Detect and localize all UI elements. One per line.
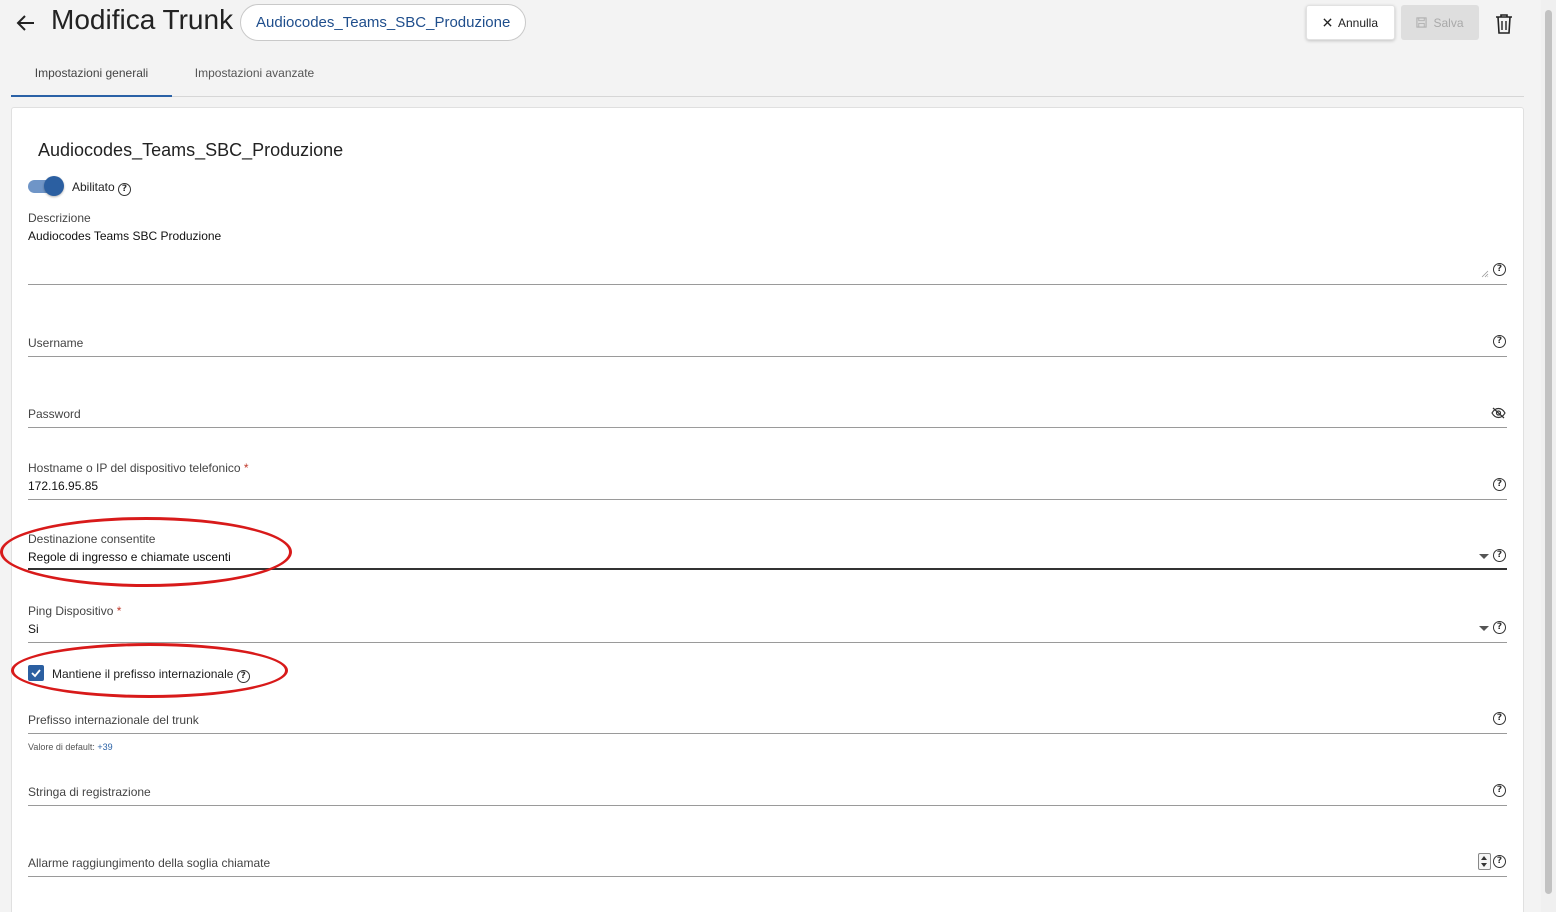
close-icon: [1323, 18, 1332, 27]
toggle-knob: [44, 176, 64, 196]
call-alarm-field[interactable]: Allarme raggiungimento della soglia chia…: [28, 856, 270, 870]
chevron-down-icon[interactable]: [1479, 626, 1489, 631]
required-mark: *: [116, 604, 122, 618]
save-button-label: Salva: [1433, 15, 1464, 30]
call-alarm-underline: [28, 876, 1507, 877]
enabled-label: Abilitato: [72, 180, 115, 194]
default-value-hint-label: Valore di default:: [28, 742, 95, 752]
tab-advanced-settings[interactable]: Impostazioni avanzate: [181, 48, 328, 96]
description-underline: [28, 284, 1507, 285]
password-underline: [28, 427, 1507, 428]
help-icon[interactable]: ?: [118, 183, 132, 196]
help-icon[interactable]: ?: [1493, 712, 1506, 725]
ping-underline: [28, 642, 1507, 643]
destination-underline: [28, 568, 1507, 570]
username-underline: [28, 356, 1507, 357]
hostname-label: Hostname o IP del dispositivo telefonico…: [28, 461, 249, 475]
hostname-label-text: Hostname o IP del dispositivo telefonico: [28, 461, 241, 475]
check-icon: [31, 669, 41, 678]
section-title: Audiocodes_Teams_SBC_Produzione: [38, 140, 344, 160]
keep-prefix-label: Mantiene il prefisso internazionale: [52, 667, 234, 681]
spinner-down-icon[interactable]: [1481, 863, 1487, 867]
hostname-input[interactable]: 172.16.95.85: [28, 479, 98, 493]
help-icon[interactable]: ?: [1493, 621, 1506, 634]
chevron-down-icon[interactable]: [1479, 554, 1489, 559]
registration-string-field[interactable]: Stringa di registrazione: [28, 785, 151, 799]
default-value-hint: Valore di default: +39: [28, 742, 113, 752]
help-icon[interactable]: ?: [1493, 478, 1506, 491]
trunk-prefix-field[interactable]: Prefisso internazionale del trunk: [28, 713, 199, 727]
ping-select[interactable]: Si: [28, 622, 39, 636]
tab-general-settings[interactable]: Impostazioni generali: [11, 48, 172, 97]
ping-label-text: Ping Dispositivo: [28, 604, 114, 618]
keep-prefix-label-wrap: Mantiene il prefisso internazionale ?: [52, 667, 250, 683]
help-icon[interactable]: ?: [1493, 855, 1506, 868]
help-icon[interactable]: ?: [1493, 549, 1506, 562]
form-card: [11, 107, 1524, 912]
trunk-prefix-underline: [28, 733, 1507, 734]
ping-label: Ping Dispositivo *: [28, 604, 121, 618]
cancel-button-label: Annulla: [1337, 15, 1379, 30]
page-scrollbar[interactable]: [1541, 0, 1556, 912]
save-button[interactable]: Salva: [1401, 5, 1479, 40]
enabled-toggle[interactable]: [28, 176, 64, 196]
destination-label: Destinazione consentite: [28, 532, 156, 546]
trunk-name-pill: Audiocodes_Teams_SBC_Produzione: [240, 4, 527, 41]
number-spinner[interactable]: [1478, 853, 1491, 870]
help-icon[interactable]: ?: [236, 670, 250, 683]
keep-prefix-checkbox[interactable]: [28, 665, 44, 681]
password-field[interactable]: Password: [28, 407, 81, 421]
eye-slash-icon[interactable]: [1491, 407, 1506, 419]
floppy-icon: [1416, 17, 1428, 28]
enabled-label-wrap: Abilitato ?: [72, 180, 132, 196]
description-label: Descrizione: [28, 211, 91, 225]
help-icon[interactable]: ?: [1493, 263, 1506, 276]
username-field[interactable]: Username: [28, 336, 83, 350]
description-textarea[interactable]: Audiocodes Teams SBC Produzione: [28, 229, 221, 243]
page-header: Modifica Trunk Audiocodes_Teams_SBC_Prod…: [0, 0, 1540, 46]
spinner-up-icon[interactable]: [1481, 856, 1487, 860]
back-arrow-icon[interactable]: [14, 11, 38, 35]
scrollbar-thumb[interactable]: [1545, 10, 1552, 894]
help-icon[interactable]: ?: [1493, 335, 1506, 348]
page-title: Modifica Trunk: [51, 4, 234, 35]
resize-grip-icon[interactable]: [1481, 270, 1489, 278]
tab-bar: Impostazioni generali Impostazioni avanz…: [11, 48, 1524, 97]
cancel-button[interactable]: Annulla: [1306, 5, 1395, 40]
help-icon[interactable]: ?: [1493, 784, 1506, 797]
hostname-underline: [28, 499, 1507, 500]
required-mark: *: [243, 461, 249, 475]
trash-icon[interactable]: [1492, 12, 1516, 36]
default-value: +39: [97, 742, 113, 752]
destination-select[interactable]: Regole di ingresso e chiamate uscenti: [28, 550, 231, 564]
registration-underline: [28, 805, 1507, 806]
